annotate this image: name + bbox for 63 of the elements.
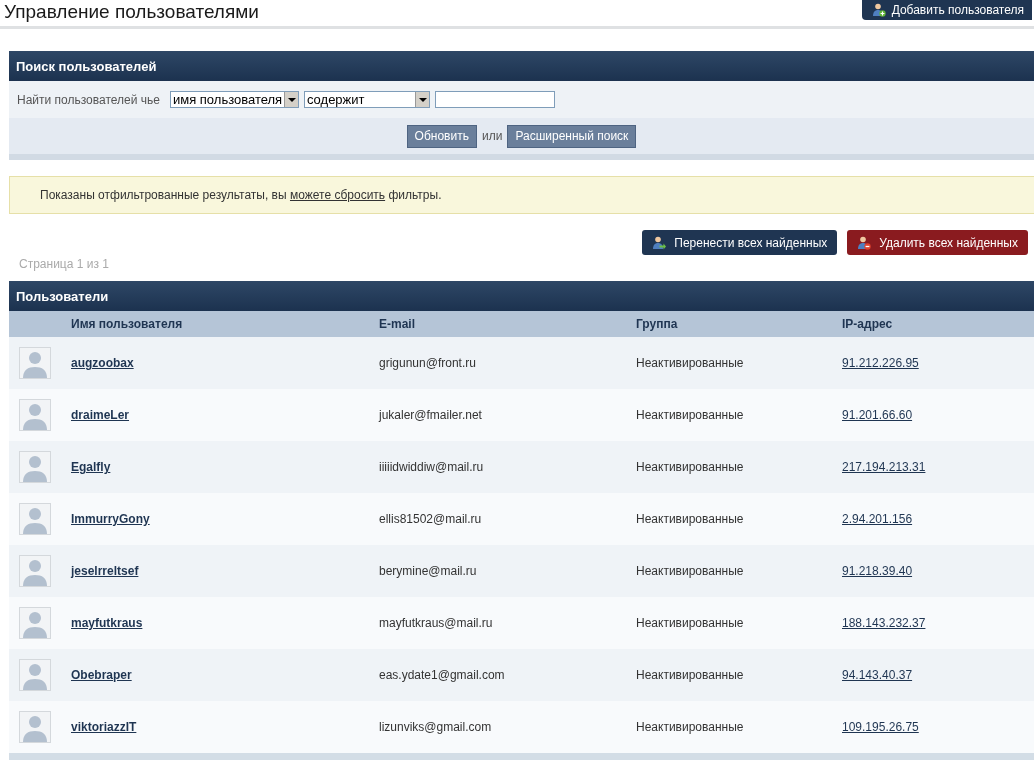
page-title: Управление пользователями <box>4 0 259 24</box>
email-cell-text: lizunviks@gmail.com <box>378 720 493 734</box>
user-silhouette-icon <box>19 607 51 639</box>
user-silhouette-icon <box>19 711 51 743</box>
user-silhouette-icon <box>19 451 51 483</box>
group-cell-text: Неактивированные <box>635 720 745 734</box>
user-silhouette-icon <box>19 347 51 379</box>
column-header: E-mail <box>378 317 416 331</box>
username-link[interactable]: ImmurryGony <box>71 512 150 526</box>
username-link[interactable]: Egalfly <box>71 460 111 474</box>
username-link[interactable]: augzoobax <box>71 356 134 370</box>
reset-filters-link[interactable]: можете сбросить <box>289 188 386 202</box>
ip-link[interactable]: 2.94.201.156 <box>842 512 913 526</box>
group-cell-text: Неактивированные <box>635 408 745 422</box>
column-header: IP-адрес <box>841 317 894 331</box>
move-all-button[interactable]: Перенести всех найденных <box>642 230 838 255</box>
or-text: или <box>481 129 503 143</box>
group-cell-text: Неактивированные <box>635 512 745 526</box>
user-silhouette-icon <box>19 503 51 535</box>
ip-link[interactable]: 109.195.26.75 <box>842 720 919 734</box>
user-arrow-icon <box>652 235 667 250</box>
ip-link[interactable]: 91.218.39.40 <box>842 564 913 578</box>
search-field[interactable] <box>434 91 555 108</box>
email-cell-text: eas.ydate1@gmail.com <box>378 668 506 682</box>
user-silhouette-icon <box>19 555 51 587</box>
column-header: Имя пользователя <box>70 317 184 331</box>
email-cell-text: mayfutkraus@mail.ru <box>378 616 494 630</box>
user-remove-icon <box>857 235 872 250</box>
email-cell-text: jukaler@fmailer.net <box>377 408 483 422</box>
ip-link[interactable]: 217.194.213.31 <box>842 460 926 474</box>
username-link[interactable]: jeselrreltsef <box>71 564 139 578</box>
user-silhouette-icon <box>19 399 51 431</box>
update-button[interactable]: Обновить <box>406 124 477 148</box>
ip-link[interactable]: 188.143.232.37 <box>842 616 926 630</box>
email-cell-text: berymine@mail.ru <box>378 564 478 578</box>
username-link[interactable]: viktoriazzIT <box>71 720 137 734</box>
panel-title: Поиск пользователей <box>9 51 1034 81</box>
column-header: Группа <box>635 317 679 331</box>
panel-title: Пользователи <box>9 281 1034 311</box>
filter-notice: Показаны отфильтрованные результаты, вы можете сбросить фильтры. <box>40 188 442 202</box>
email-cell-text: iiiiidwiddiw@mail.ru <box>378 460 485 474</box>
ip-link[interactable]: 94.143.40.37 <box>842 668 913 682</box>
group-cell-text: Неактивированные <box>635 460 745 474</box>
username-link[interactable]: mayfutkraus <box>71 616 143 630</box>
username-link[interactable]: draimeLer <box>71 408 130 422</box>
group-cell-text: Неактивированные <box>635 356 745 370</box>
dropdown[interactable]: содержит <box>303 91 430 108</box>
username-link[interactable]: Obebraper <box>71 668 132 682</box>
email-cell-text: grigunun@front.ru <box>378 356 477 370</box>
group-cell-text: Неактивированные <box>635 616 745 630</box>
group-cell-text: Неактивированные <box>635 668 745 682</box>
pagination-text: Страница 1 из 1 <box>19 257 110 271</box>
user-silhouette-icon <box>19 659 51 691</box>
advanced-search-button[interactable]: Расширенный поиск <box>507 124 637 148</box>
dropdown[interactable]: имя пользователя <box>169 91 299 108</box>
email-cell-text: ellis81502@mail.ru <box>378 512 483 526</box>
ip-link[interactable]: 91.201.66.60 <box>842 408 913 422</box>
group-cell-text: Неактивированные <box>635 564 745 578</box>
add-user-button[interactable]: Добавить пользователя <box>861 0 1032 20</box>
search-label: Найти пользователей чье <box>17 92 160 107</box>
delete-all-button[interactable]: Удалить всех найденных <box>847 230 1028 255</box>
user-add-icon <box>871 3 886 17</box>
ip-link[interactable]: 91.212.226.95 <box>842 356 919 370</box>
